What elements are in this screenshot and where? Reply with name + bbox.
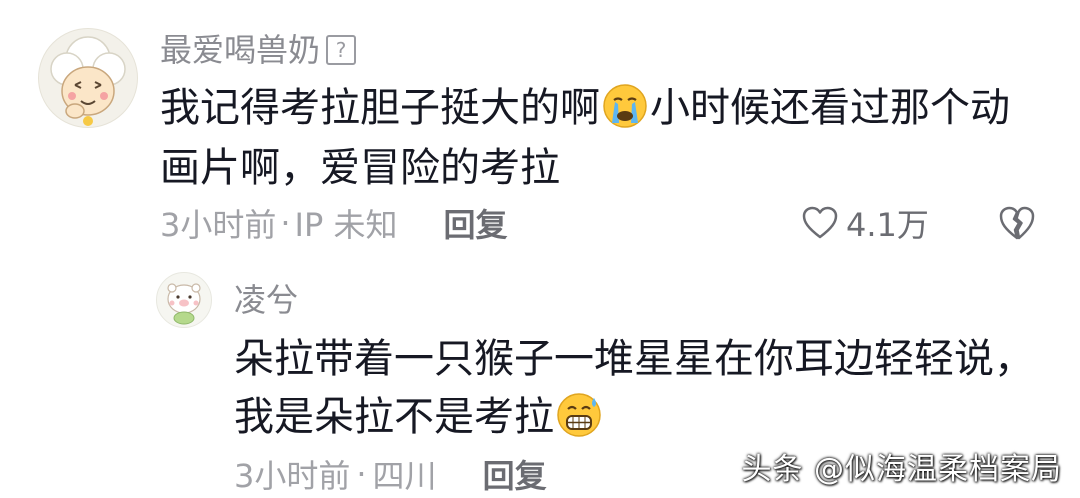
commenter-avatar[interactable]	[38, 28, 138, 128]
reply-text-part1: 朵拉带着一只猴子一堆星星在你耳边轻轻说，我是朵拉不是考拉	[234, 336, 1034, 440]
commenter-username[interactable]: 最爱喝兽奶	[160, 28, 320, 72]
comment-text-part1: 我记得考拉胆子挺大的啊	[160, 85, 600, 131]
reply-location: 四川	[372, 457, 437, 495]
meta-separator: ·	[356, 455, 367, 493]
crying-face-icon	[603, 84, 647, 128]
reply-button[interactable]: 回复	[443, 200, 507, 246]
reply-meta: 3小时前 · 四川 回复	[234, 452, 547, 496]
like-button[interactable]: 4.1万	[802, 200, 929, 246]
comment-time: 3小时前	[160, 206, 277, 244]
heart-outline-icon	[802, 206, 838, 239]
replier-avatar[interactable]	[156, 272, 212, 328]
meta-separator: ·	[280, 204, 291, 242]
pig-avatar-icon	[167, 283, 201, 325]
commenter-username-row: 最爱喝兽奶 ?	[160, 28, 357, 72]
sheep-avatar-icon	[50, 36, 126, 126]
like-count: 4.1万	[846, 206, 929, 244]
comment-location: IP 未知	[294, 206, 398, 244]
question-badge-icon[interactable]: ?	[326, 35, 357, 65]
reply-text: 朵拉带着一只猴子一堆星星在你耳边轻轻说，我是朵拉不是考拉	[234, 330, 1054, 446]
grinning-sweat-icon	[557, 393, 601, 437]
broken-heart-dislike-icon[interactable]	[998, 205, 1036, 241]
replier-username[interactable]: 凌兮	[234, 278, 298, 322]
comment-meta: 3小时前 · IP 未知 回复	[160, 200, 507, 246]
watermark: 头条 @似海温柔档案局	[741, 452, 1062, 487]
reply-to-reply-button[interactable]: 回复	[483, 451, 547, 497]
reply-time: 3小时前	[234, 457, 351, 495]
comment-text: 我记得考拉胆子挺大的啊 小时候还看过那个动画片啊，爱冒险的考拉	[160, 78, 1020, 198]
